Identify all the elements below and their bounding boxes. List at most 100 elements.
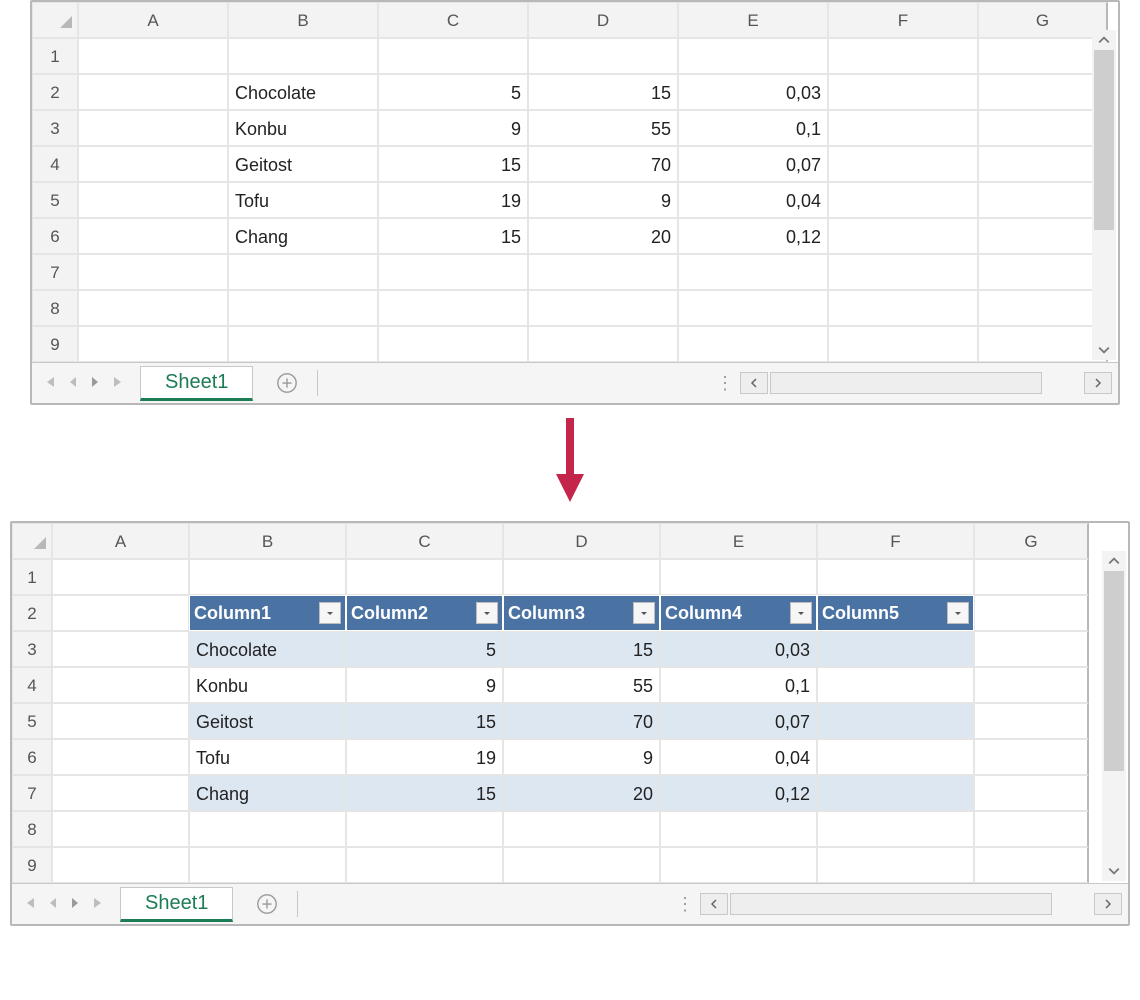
- cell-G1[interactable]: [978, 38, 1108, 74]
- cell-F3[interactable]: [817, 631, 974, 667]
- cell-F5[interactable]: [828, 182, 978, 218]
- row-header-5[interactable]: 5: [32, 182, 78, 218]
- column-header-F[interactable]: F: [828, 2, 978, 38]
- cell-A7[interactable]: [78, 254, 228, 290]
- cell-A5[interactable]: [52, 703, 189, 739]
- cell-B4[interactable]: Geitost: [228, 146, 378, 182]
- cell-A4[interactable]: [52, 667, 189, 703]
- row-header-8[interactable]: 8: [12, 811, 52, 847]
- row-header-3[interactable]: 3: [32, 110, 78, 146]
- tab-nav-prev-icon[interactable]: [66, 371, 80, 396]
- tab-nav-last-icon[interactable]: [110, 371, 128, 396]
- cell-G3[interactable]: [978, 110, 1108, 146]
- tab-nav-first-icon[interactable]: [20, 892, 38, 917]
- horizontal-scrollbar[interactable]: ⋮: [672, 893, 1128, 915]
- tab-nav-prev-icon[interactable]: [46, 892, 60, 917]
- grip-icon[interactable]: ⋮: [672, 894, 698, 915]
- cell-F2[interactable]: Column5: [817, 595, 974, 631]
- grip-icon[interactable]: ⋮: [712, 373, 738, 394]
- cell-D9[interactable]: [528, 326, 678, 362]
- cell-D1[interactable]: [528, 38, 678, 74]
- cell-C6[interactable]: 15: [378, 218, 528, 254]
- cell-E9[interactable]: [678, 326, 828, 362]
- cell-A5[interactable]: [78, 182, 228, 218]
- hscroll-right-icon[interactable]: [1084, 372, 1112, 394]
- cell-A8[interactable]: [52, 811, 189, 847]
- cell-C4[interactable]: 9: [346, 667, 503, 703]
- cell-E7[interactable]: [678, 254, 828, 290]
- cell-F4[interactable]: [828, 146, 978, 182]
- scroll-up-icon[interactable]: [1092, 30, 1116, 50]
- cell-E8[interactable]: [678, 290, 828, 326]
- cell-B4[interactable]: Konbu: [189, 667, 346, 703]
- cell-C7[interactable]: [378, 254, 528, 290]
- column-header-B[interactable]: B: [228, 2, 378, 38]
- cell-C3[interactable]: 9: [378, 110, 528, 146]
- cell-G9[interactable]: [974, 847, 1089, 883]
- cell-E9[interactable]: [660, 847, 817, 883]
- cell-G2[interactable]: [974, 595, 1089, 631]
- column-header-C[interactable]: C: [346, 523, 503, 559]
- cell-A1[interactable]: [52, 559, 189, 595]
- add-sheet-button[interactable]: [273, 369, 301, 397]
- cell-F1[interactable]: [828, 38, 978, 74]
- row-header-6[interactable]: 6: [12, 739, 52, 775]
- cell-D2[interactable]: 15: [528, 74, 678, 110]
- cell-A8[interactable]: [78, 290, 228, 326]
- filter-dropdown-icon[interactable]: [947, 602, 969, 624]
- cell-C9[interactable]: [346, 847, 503, 883]
- cell-B8[interactable]: [228, 290, 378, 326]
- cell-F8[interactable]: [828, 290, 978, 326]
- vertical-scrollbar[interactable]: [1102, 551, 1126, 881]
- cell-C1[interactable]: [378, 38, 528, 74]
- hscroll-right-icon[interactable]: [1094, 893, 1122, 915]
- select-all-corner[interactable]: [32, 2, 78, 38]
- cell-D8[interactable]: [503, 811, 660, 847]
- cell-E3[interactable]: 0,1: [678, 110, 828, 146]
- cell-F8[interactable]: [817, 811, 974, 847]
- cell-E6[interactable]: 0,12: [678, 218, 828, 254]
- cell-F3[interactable]: [828, 110, 978, 146]
- cell-C9[interactable]: [378, 326, 528, 362]
- cell-F9[interactable]: [828, 326, 978, 362]
- scroll-down-icon[interactable]: [1092, 340, 1116, 360]
- cell-C4[interactable]: 15: [378, 146, 528, 182]
- row-header-1[interactable]: 1: [12, 559, 52, 595]
- filter-dropdown-icon[interactable]: [476, 602, 498, 624]
- cell-B8[interactable]: [189, 811, 346, 847]
- cell-E2[interactable]: Column4: [660, 595, 817, 631]
- cell-B2[interactable]: Chocolate: [228, 74, 378, 110]
- cell-F9[interactable]: [817, 847, 974, 883]
- cell-A7[interactable]: [52, 775, 189, 811]
- cell-G6[interactable]: [978, 218, 1108, 254]
- cell-E3[interactable]: 0,03: [660, 631, 817, 667]
- cell-C8[interactable]: [378, 290, 528, 326]
- cell-C6[interactable]: 19: [346, 739, 503, 775]
- cell-C7[interactable]: 15: [346, 775, 503, 811]
- cell-E4[interactable]: 0,1: [660, 667, 817, 703]
- cell-E7[interactable]: 0,12: [660, 775, 817, 811]
- cell-F2[interactable]: [828, 74, 978, 110]
- cell-B5[interactable]: Tofu: [228, 182, 378, 218]
- vertical-scrollbar[interactable]: [1092, 30, 1116, 360]
- cell-A9[interactable]: [52, 847, 189, 883]
- cell-A1[interactable]: [78, 38, 228, 74]
- cell-C2[interactable]: 5: [378, 74, 528, 110]
- cell-E1[interactable]: [678, 38, 828, 74]
- cell-B7[interactable]: Chang: [189, 775, 346, 811]
- hscroll-left-icon[interactable]: [740, 372, 768, 394]
- cell-G2[interactable]: [978, 74, 1108, 110]
- cell-G5[interactable]: [974, 703, 1089, 739]
- cell-C5[interactable]: 19: [378, 182, 528, 218]
- cell-B3[interactable]: Konbu: [228, 110, 378, 146]
- cell-A4[interactable]: [78, 146, 228, 182]
- cell-B6[interactable]: Chang: [228, 218, 378, 254]
- cell-D7[interactable]: 20: [503, 775, 660, 811]
- cell-D9[interactable]: [503, 847, 660, 883]
- cell-D6[interactable]: 9: [503, 739, 660, 775]
- column-header-A[interactable]: A: [52, 523, 189, 559]
- row-header-2[interactable]: 2: [32, 74, 78, 110]
- grid-after[interactable]: ABCDEFG12Column1Column2Column3Column4Col…: [12, 523, 1128, 883]
- cell-F4[interactable]: [817, 667, 974, 703]
- cell-D8[interactable]: [528, 290, 678, 326]
